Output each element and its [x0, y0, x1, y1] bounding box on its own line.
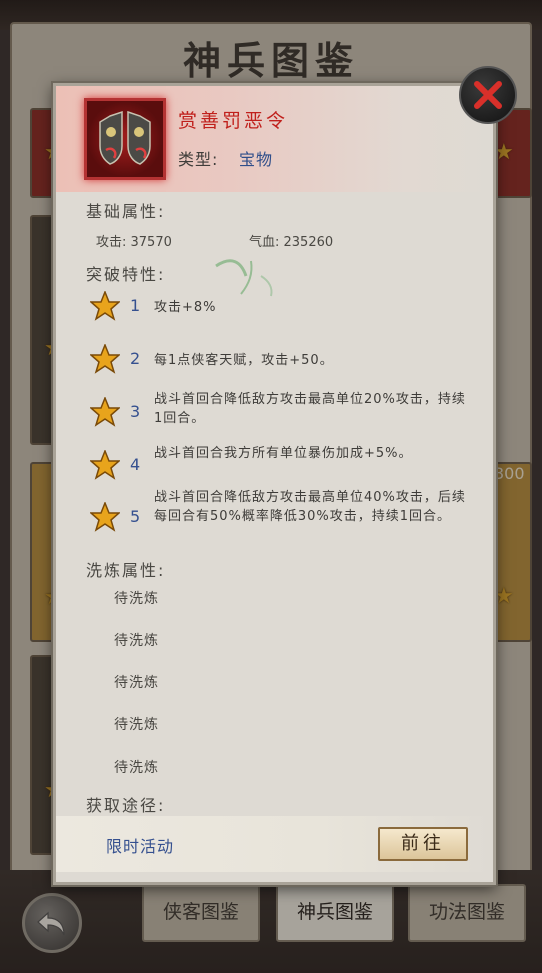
row-text: 战斗首回合降低敌方攻击最高单位40%攻击，后续每回合有50%概率降低30%攻击，…: [154, 490, 466, 524]
row-text: 战斗首回合我方所有单位暴伤加成+5%。: [154, 446, 413, 461]
row-number: 1: [130, 296, 141, 315]
acquire-title: 获取途径:: [86, 796, 166, 815]
goto-button[interactable]: 前往: [378, 827, 468, 861]
row-number: 3: [130, 402, 141, 421]
refine-slot: 待洗炼: [114, 717, 159, 733]
refine-slot: 待洗炼: [114, 675, 159, 691]
star-icon: [90, 291, 120, 321]
item-name: 赏善罚恶令: [178, 110, 289, 132]
refine-title: 洗炼属性:: [86, 561, 166, 580]
base-stats-title: 基础属性:: [86, 202, 166, 221]
item-detail-dialog: 赏善罚恶令 类型: 宝物 基础属性: 攻击: 37570 气血: 235260 …: [53, 66, 517, 885]
item-type-label: 类型:: [178, 150, 219, 169]
breakthrough-row: 1 攻击+8%: [90, 291, 480, 341]
star-icon: [90, 397, 120, 427]
close-icon: [474, 81, 502, 109]
star-icon: [90, 344, 120, 374]
star-icon: [90, 450, 120, 480]
row-number: 2: [130, 349, 141, 368]
item-type-value: 宝物: [239, 150, 274, 169]
close-button[interactable]: [459, 66, 517, 124]
acquire-footer: 限时活动 前往: [56, 816, 493, 872]
row-number: 4: [130, 455, 141, 474]
acquire-source-link[interactable]: 限时活动: [106, 833, 174, 857]
item-header: 赏善罚恶令 类型: 宝物: [56, 86, 493, 192]
row-text: 战斗首回合降低敌方攻击最高单位20%攻击，持续1回合。: [154, 392, 466, 426]
refine-slot: 待洗炼: [114, 760, 159, 776]
breakthrough-row: 2 每1点侠客天赋，攻击+50。: [90, 344, 480, 394]
row-number: 5: [130, 507, 141, 526]
breakthrough-row: 5 战斗首回合降低敌方攻击最高单位40%攻击，后续每回合有50%概率降低30%攻…: [90, 490, 480, 552]
breakthrough-row: 3 战斗首回合降低敌方攻击最高单位20%攻击，持续1回合。: [90, 392, 480, 447]
row-text: 攻击+8%: [154, 300, 217, 315]
refine-slot: 待洗炼: [114, 591, 159, 607]
row-text: 每1点侠客天赋，攻击+50。: [154, 353, 334, 368]
breakthrough-title: 突破特性:: [86, 265, 166, 284]
hp-stat: 气血: 235260: [249, 235, 334, 250]
star-icon: [90, 502, 120, 532]
refine-slot: 待洗炼: [114, 633, 159, 649]
attack-stat: 攻击: 37570: [96, 235, 172, 250]
item-artifact-icon: [84, 98, 166, 180]
